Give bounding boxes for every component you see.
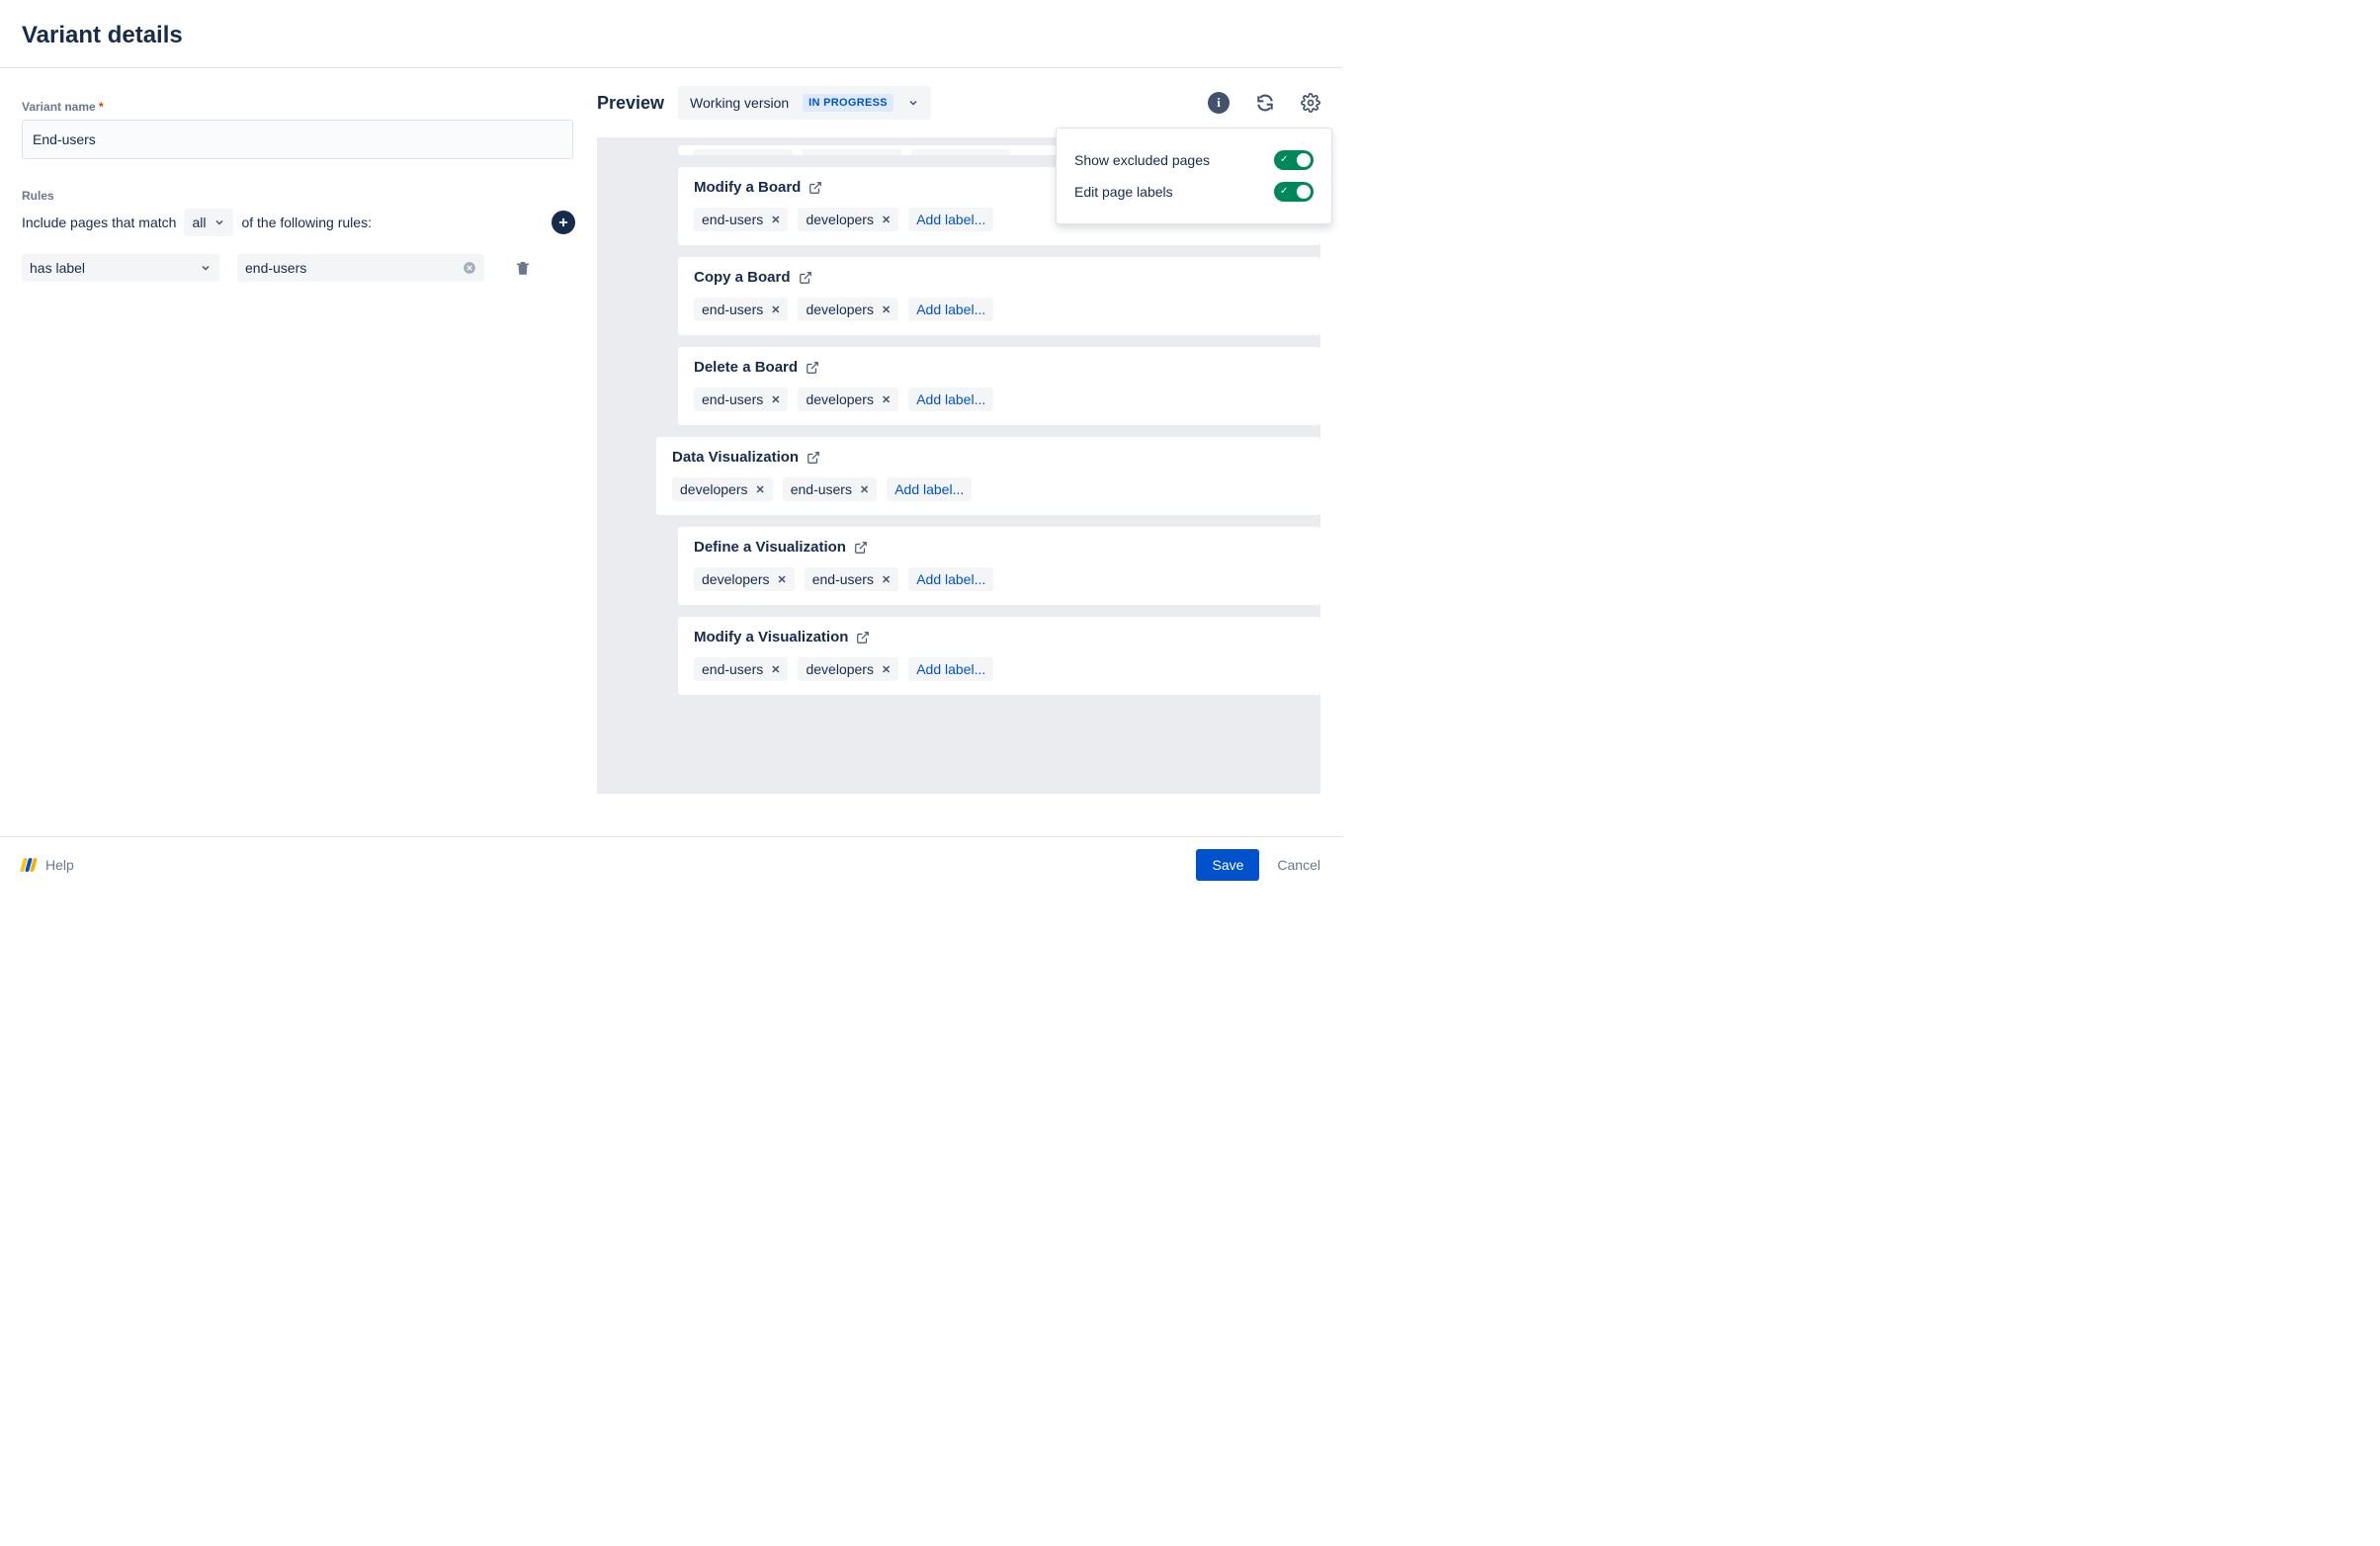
info-button[interactable]: i [1208,92,1230,114]
chevron-down-icon [907,97,919,109]
remove-label-icon[interactable]: ✕ [882,393,891,406]
external-link-icon [806,361,819,375]
trash-icon [514,259,532,277]
page-card-title[interactable]: Modify a Board [694,179,822,196]
match-suffix-text: of the following rules: [241,215,372,230]
remove-label-icon[interactable]: ✕ [882,303,891,316]
clear-rule-value-icon[interactable] [463,261,476,275]
rules-label: Rules [22,189,575,203]
page-title: Variant details [22,22,1320,49]
remove-label-icon[interactable]: ✕ [771,393,780,406]
edit-labels-toggle[interactable]: ✓ [1274,182,1314,202]
page-header: Variant details [0,0,1342,68]
save-button[interactable]: Save [1196,849,1259,881]
chevron-down-icon [200,262,212,274]
rule-value-dropdown[interactable]: end-users [237,254,484,282]
preview-panel: Preview Working version IN PROGRESS i [597,68,1342,836]
add-rule-button[interactable] [552,211,575,234]
settings-popover: Show excluded pages ✓ Edit page labels ✓ [1056,128,1332,224]
label-chip[interactable]: developers✕ [694,567,795,591]
settings-button[interactable] [1301,93,1320,113]
label-chip[interactable]: end-users✕ [694,657,788,681]
variant-name-label: Variant name * [22,100,575,114]
plus-icon [556,215,570,229]
remove-label-icon[interactable]: ✕ [882,663,891,676]
page-card: Data Visualization developers✕ end-users✕ A… [656,437,1320,515]
footer: Help Save Cancel [0,836,1342,893]
refresh-icon [1255,93,1275,113]
help-link[interactable]: Help [22,857,74,873]
page-card-title[interactable]: Modify a Visualization [694,629,870,645]
status-badge: IN PROGRESS [803,94,893,112]
page-card: Delete a Board end-users✕ developers✕ Add l… [678,347,1320,425]
preview-title: Preview [597,93,664,114]
external-link-icon [799,271,812,285]
page-card-title[interactable]: Copy a Board [694,269,812,286]
edit-labels-label: Edit page labels [1074,184,1173,200]
add-label-link[interactable]: Add label... [908,567,993,591]
remove-label-icon[interactable]: ✕ [771,303,780,316]
page-card-title[interactable]: Data Visualization [672,449,820,466]
add-label-link[interactable]: Add label... [908,298,993,321]
external-link-icon [808,181,822,195]
cancel-button[interactable]: Cancel [1277,857,1320,873]
remove-label-icon[interactable]: ✕ [771,663,780,676]
remove-label-icon[interactable]: ✕ [771,214,780,226]
add-label-link[interactable]: Add label... [908,657,993,681]
label-chip[interactable]: end-users✕ [694,387,788,411]
show-excluded-label: Show excluded pages [1074,152,1210,168]
form-panel: Variant name * Rules Include pages that … [0,68,597,836]
page-card: Define a Visualization developers✕ end-use… [678,527,1320,605]
label-chip[interactable]: end-users✕ [783,477,877,501]
label-chip[interactable]: developers✕ [798,657,898,681]
match-mode-dropdown[interactable]: all [184,209,233,236]
page-card-title[interactable]: Define a Visualization [694,539,868,556]
version-selector[interactable]: Working version IN PROGRESS [678,86,931,120]
label-chip[interactable]: developers✕ [798,208,898,231]
add-label-link[interactable]: Add label... [887,477,972,501]
add-label-link[interactable]: Add label... [908,208,993,231]
label-chip[interactable]: developers✕ [798,298,898,321]
remove-label-icon[interactable]: ✕ [882,573,891,586]
refresh-button[interactable] [1255,93,1275,113]
label-chip[interactable]: end-users✕ [694,298,788,321]
external-link-icon [807,451,820,465]
gear-icon [1301,93,1320,113]
help-logo-icon [22,858,36,872]
page-card: Copy a Board end-users✕ developers✕ Add lab… [678,257,1320,335]
remove-label-icon[interactable]: ✕ [882,214,891,226]
external-link-icon [854,541,868,555]
remove-label-icon[interactable]: ✕ [778,573,787,586]
label-chip[interactable]: developers✕ [672,477,773,501]
external-link-icon [856,631,870,644]
page-card-title[interactable]: Delete a Board [694,359,819,376]
label-chip[interactable]: end-users✕ [694,208,788,231]
variant-name-input[interactable] [22,120,573,159]
show-excluded-toggle[interactable]: ✓ [1274,150,1314,170]
remove-label-icon[interactable]: ✕ [860,483,869,496]
remove-label-icon[interactable]: ✕ [756,483,765,496]
add-label-link[interactable]: Add label... [908,387,993,411]
preview-pane: Modify a Board end-users✕ developers✕ Add l… [597,137,1320,794]
delete-rule-button[interactable] [514,259,532,277]
page-card: Modify a Visualization end-users✕ develope… [678,617,1320,695]
chevron-down-icon [213,216,225,228]
rule-condition-dropdown[interactable]: has label [22,254,219,282]
label-chip[interactable]: end-users✕ [805,567,898,591]
match-prefix-text: Include pages that match [22,215,176,230]
label-chip[interactable]: developers✕ [798,387,898,411]
